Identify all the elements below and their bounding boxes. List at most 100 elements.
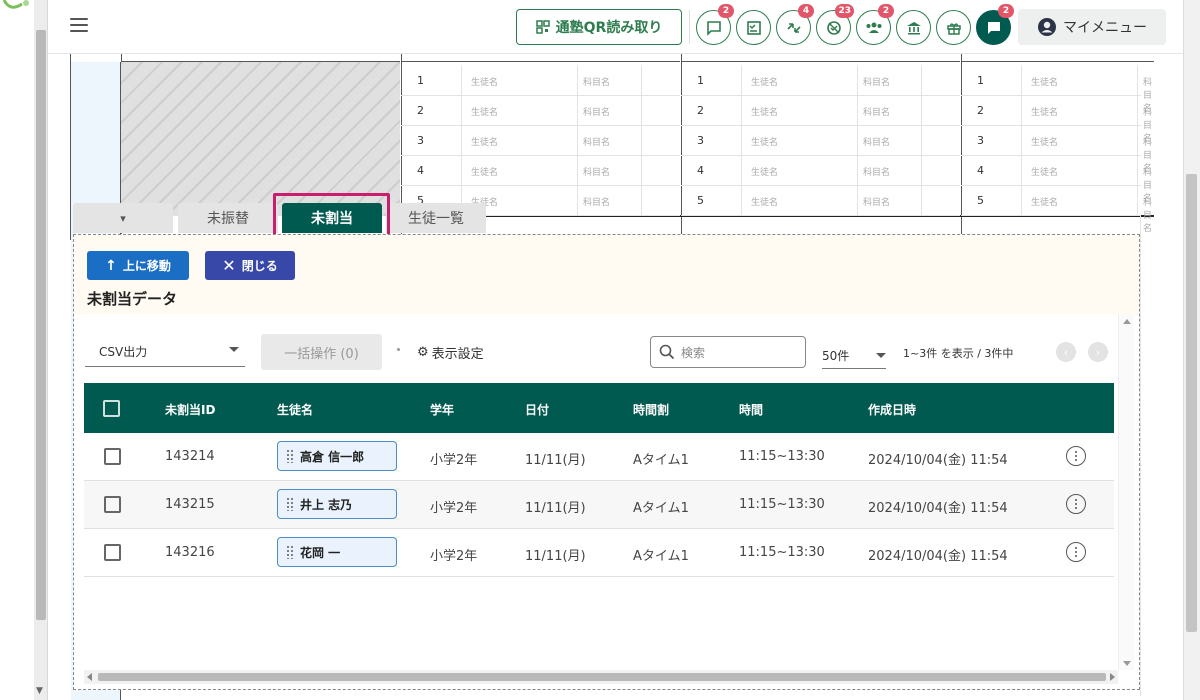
- schedule-slot-row[interactable]: 1 生徒名 科目名: [961, 66, 1152, 114]
- select-all-checkbox[interactable]: [103, 400, 120, 417]
- close-icon: ✕: [222, 256, 236, 275]
- left-scroll-down-icon[interactable]: ▼: [36, 686, 43, 696]
- column-header[interactable]: 学年: [430, 401, 454, 418]
- column-header[interactable]: 日付: [525, 401, 549, 418]
- column-header[interactable]: 時間: [739, 401, 763, 418]
- student-chip[interactable]: 高倉 信一郎: [277, 441, 397, 471]
- row-checkbox[interactable]: [104, 544, 121, 561]
- column-header[interactable]: 時間割: [633, 401, 669, 418]
- schedule-slot-row[interactable]: 3 生徒名 科目名: [681, 126, 960, 156]
- transfer-badge: 4: [798, 4, 814, 18]
- close-button[interactable]: ✕ 閉じる: [205, 251, 295, 280]
- message-button[interactable]: 2: [976, 4, 1014, 45]
- schedule-slot-row[interactable]: 5生徒名科目名: [961, 186, 1152, 234]
- student-placeholder: 生徒名: [751, 78, 779, 88]
- more-vert-icon[interactable]: [1066, 446, 1086, 466]
- table-row[interactable]: 143214 高倉 信一郎 小学2年 11/11(月) Aタイム1 11:15~…: [84, 433, 1114, 481]
- drag-handle-icon[interactable]: [286, 449, 294, 463]
- chat-button[interactable]: 2: [696, 4, 734, 45]
- data-table-container: CSV出力 一括操作 (0) ⚙ 表示設定 検索 50件 1~3件 を表示 / …: [84, 315, 1134, 685]
- group-button[interactable]: 2: [856, 4, 894, 45]
- per-page-select[interactable]: 50件: [822, 339, 886, 369]
- scroll-down-icon[interactable]: [1123, 661, 1131, 666]
- table-row[interactable]: 143215 井上 志乃 小学2年 11/11(月) Aタイム1 11:15~1…: [84, 481, 1114, 529]
- my-menu-button[interactable]: マイメニュー: [1018, 9, 1166, 45]
- close-label: 閉じる: [241, 259, 278, 273]
- hamburger-menu-icon[interactable]: [70, 18, 88, 32]
- schedule-slot-row[interactable]: 4 生徒名 科目名: [961, 156, 1152, 204]
- schedule-slot-row[interactable]: 3 生徒名 科目名: [961, 126, 1152, 174]
- move-up-button[interactable]: ↑ 上に移動: [87, 251, 189, 280]
- checklist-button[interactable]: [736, 10, 771, 45]
- scroll-left-icon[interactable]: [87, 673, 92, 681]
- schedule-slot-row[interactable]: 4 生徒名 科目名: [681, 156, 960, 186]
- schedule-slot-row[interactable]: 5生徒名科目名: [681, 186, 960, 216]
- qr-scan-button[interactable]: 通塾QR読み取り: [516, 9, 682, 45]
- column-header[interactable]: 作成日時: [868, 401, 916, 418]
- school-button[interactable]: [896, 10, 931, 45]
- my-menu-label: マイメニュー: [1063, 20, 1147, 36]
- student-placeholder: 生徒名: [471, 168, 499, 178]
- student-chip[interactable]: 井上 志乃: [277, 489, 397, 519]
- bulk-label: 一括操作 (0): [284, 346, 359, 362]
- more-vert-icon[interactable]: [1066, 494, 1086, 514]
- search-input[interactable]: 検索: [650, 336, 806, 368]
- more-vert-icon[interactable]: [1066, 542, 1086, 562]
- next-page-button[interactable]: ›: [1088, 342, 1108, 362]
- schedule-slot-row[interactable]: 1 生徒名 科目名: [401, 66, 680, 96]
- date: 11/11(月): [525, 549, 586, 564]
- column-header[interactable]: 生徒名: [277, 401, 313, 418]
- prev-page-button[interactable]: ‹: [1056, 342, 1076, 362]
- bulk-action-button[interactable]: 一括操作 (0): [261, 334, 382, 370]
- column-header[interactable]: 未割当ID: [165, 401, 215, 418]
- slot-number: 3: [697, 134, 704, 147]
- row-checkbox[interactable]: [104, 496, 121, 513]
- no-check-icon: [826, 20, 841, 35]
- table-vertical-scrollbar[interactable]: [1118, 315, 1134, 670]
- absence-button[interactable]: 23: [816, 4, 854, 45]
- student-placeholder: 生徒名: [751, 138, 779, 148]
- schedule-slot-row[interactable]: 4 生徒名 科目名: [401, 156, 680, 186]
- app-header: 通塾QR読み取り 2 4 23 2 2 マイメニュー: [48, 0, 1183, 54]
- date: 11/11(月): [525, 453, 586, 468]
- slot-number: 3: [977, 134, 984, 147]
- gift-button[interactable]: [936, 10, 971, 45]
- checklist-icon: [746, 20, 761, 35]
- table-horizontal-scrollbar[interactable]: [84, 670, 1118, 684]
- row-checkbox[interactable]: [104, 448, 121, 465]
- display-settings-button[interactable]: ⚙ 表示設定: [417, 343, 484, 362]
- slot-number: 4: [977, 164, 984, 177]
- scroll-up-icon[interactable]: [1123, 319, 1131, 324]
- tab-student-list[interactable]: 生徒一覧: [386, 203, 486, 233]
- schedule-slot-row[interactable]: 3 生徒名 科目名: [401, 126, 680, 156]
- csv-export-select[interactable]: CSV出力: [85, 337, 245, 367]
- student-placeholder: 生徒名: [471, 78, 499, 88]
- schedule-slot-row[interactable]: 1 生徒名 科目名: [681, 66, 960, 96]
- move-up-label: 上に移動: [122, 259, 171, 273]
- student-placeholder: 生徒名: [751, 198, 779, 208]
- transfer-button[interactable]: 4: [776, 4, 814, 45]
- schedule-slot-row[interactable]: 2 生徒名 科目名: [961, 96, 1152, 144]
- schedule-slot-row[interactable]: 2 生徒名 科目名: [401, 96, 680, 126]
- horizontal-scroll-thumb[interactable]: [98, 673, 1106, 681]
- table-row[interactable]: 143216 花岡 一 小学2年 11/11(月) Aタイム1 11:15~13…: [84, 529, 1114, 577]
- student-chip[interactable]: 花岡 一: [277, 537, 397, 567]
- tab-unassigned-transfer[interactable]: 未振替: [178, 203, 278, 233]
- scroll-right-icon[interactable]: [1110, 673, 1115, 681]
- page-scrollbar-thumb[interactable]: [1186, 174, 1197, 632]
- pagination-info: 1~3件 を表示 / 3件中: [903, 347, 1014, 360]
- left-scrollbar-thumb[interactable]: [36, 30, 46, 620]
- time: 11:15~13:30: [739, 545, 825, 560]
- header-divider: [689, 10, 690, 44]
- search-placeholder: 検索: [681, 345, 706, 360]
- qr-code-icon: [535, 20, 550, 34]
- tab-collapse[interactable]: ▾: [73, 203, 173, 233]
- drag-handle-icon[interactable]: [286, 497, 294, 511]
- time: 11:15~13:30: [739, 497, 825, 512]
- subject-placeholder: 科目名: [863, 168, 891, 178]
- unassigned-id: 143216: [165, 545, 215, 560]
- drag-handle-icon[interactable]: [286, 545, 294, 559]
- absence-badge: 23: [835, 4, 854, 18]
- schedule-slot-row[interactable]: 2 生徒名 科目名: [681, 96, 960, 126]
- student-name: 花岡 一: [300, 545, 341, 560]
